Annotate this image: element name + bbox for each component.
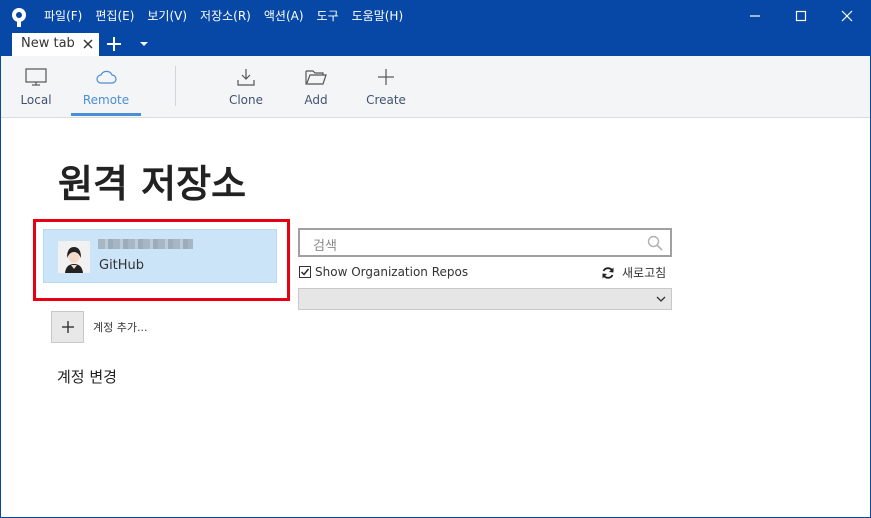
remote-label: Remote	[82, 93, 130, 107]
account-provider: GitHub	[99, 258, 145, 273]
menu-edit[interactable]: 편집(E)	[95, 8, 134, 24]
add-account-label[interactable]: 계정 추가...	[93, 319, 147, 335]
clone-label: Clone	[228, 93, 264, 107]
tab-label: New tab	[21, 36, 75, 51]
minimize-icon	[750, 15, 760, 17]
create-button[interactable]: Create	[366, 56, 406, 116]
add-button[interactable]: Add	[299, 56, 333, 116]
tab-close-icon[interactable]	[82, 38, 94, 50]
refresh-label: 새로고침	[622, 266, 667, 280]
menu-repository[interactable]: 저장소(R)	[200, 8, 251, 24]
refresh-button[interactable]: 새로고침	[601, 264, 666, 281]
title-bar: 파일(F) 편집(E) 보기(V) 저장소(R) 액션(A) 도구 도움말(H)…	[0, 0, 871, 56]
add-label: Add	[304, 93, 328, 107]
account-item[interactable]: GitHub	[43, 229, 277, 283]
search-input[interactable]: 검색	[298, 228, 672, 257]
add-account-button[interactable]	[51, 311, 84, 343]
change-account-link[interactable]: 계정 변경	[57, 366, 117, 387]
close-window-button[interactable]	[824, 0, 870, 32]
avatar-icon	[58, 241, 90, 273]
remote-button[interactable]: Remote	[71, 56, 141, 116]
menu-actions[interactable]: 액션(A)	[264, 8, 304, 24]
menu-tools[interactable]: 도구	[317, 8, 339, 24]
plus-icon	[378, 69, 394, 85]
active-tab-indicator	[71, 113, 141, 116]
page-title: 원격 저장소	[58, 162, 247, 206]
maximize-button[interactable]	[778, 0, 824, 32]
search-placeholder: 검색	[313, 239, 337, 254]
minimize-button[interactable]	[732, 0, 778, 32]
local-label: Local	[20, 93, 52, 107]
menu-file[interactable]: 파일(F)	[44, 8, 82, 24]
create-label: Create	[366, 93, 406, 107]
folder-open-icon	[305, 70, 327, 85]
checkmark-icon	[301, 268, 310, 276]
show-org-repos-checkbox[interactable]	[299, 266, 311, 278]
sourcetree-logo	[12, 8, 26, 27]
refresh-icon	[602, 266, 614, 279]
menu-help[interactable]: 도움말(H)	[352, 8, 404, 24]
download-icon	[237, 69, 255, 86]
tab-new-tab[interactable]: New tab	[12, 33, 99, 56]
show-org-repos-label[interactable]: Show Organization Repos	[315, 265, 468, 279]
search-icon	[647, 235, 663, 251]
chevron-down-icon	[656, 296, 666, 302]
toolbar: Local Remote Clone Add Create	[0, 56, 871, 118]
plus-icon	[61, 321, 74, 333]
toolbar-separator	[175, 66, 176, 106]
repository-filter-dropdown[interactable]	[298, 288, 672, 310]
maximize-icon	[795, 10, 807, 22]
avatar	[58, 241, 90, 273]
account-username-redacted	[98, 239, 193, 249]
tab-dropdown-icon[interactable]	[139, 40, 149, 48]
menu-bar: 파일(F) 편집(E) 보기(V) 저장소(R) 액션(A) 도구 도움말(H)	[44, 8, 416, 24]
close-icon	[841, 10, 853, 22]
clone-button[interactable]: Clone	[226, 56, 266, 116]
cloud-icon	[96, 70, 117, 84]
local-button[interactable]: Local	[18, 56, 54, 116]
monitor-icon	[25, 68, 47, 86]
menu-view[interactable]: 보기(V)	[147, 8, 187, 24]
new-tab-plus-icon[interactable]	[106, 36, 122, 52]
